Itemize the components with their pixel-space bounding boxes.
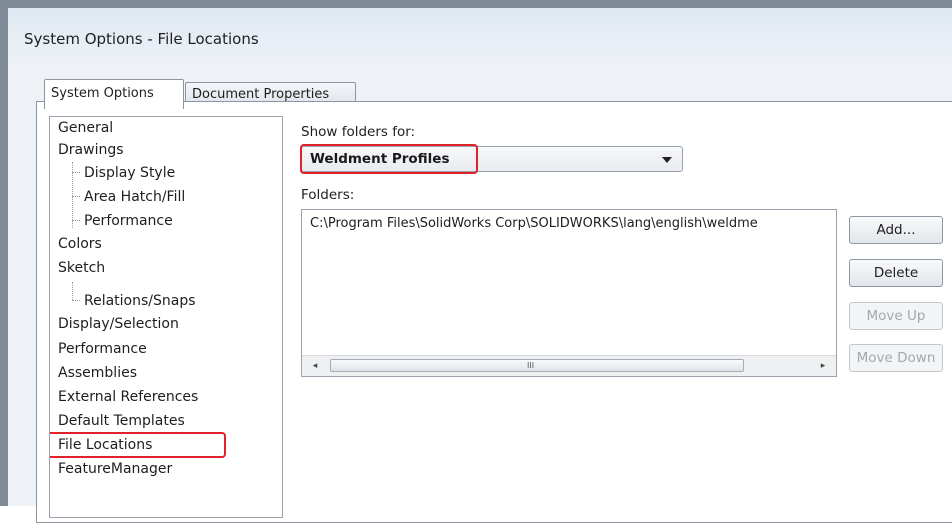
add-button[interactable]: Add... <box>849 216 943 244</box>
tree-connector <box>72 300 80 301</box>
tree-item-external-references[interactable]: External References <box>58 386 198 408</box>
horizontal-scrollbar[interactable]: ◂ III ▸ <box>302 355 836 376</box>
folders-label: Folders: <box>301 187 355 203</box>
tab-system-options[interactable]: System Options <box>44 79 184 109</box>
tree-item-relations-snaps[interactable]: Relations/Snaps <box>84 290 196 312</box>
tree-item-area-hatch-fill[interactable]: Area Hatch/Fill <box>84 186 185 208</box>
show-folders-dropdown[interactable]: Weldment Profiles <box>301 146 683 172</box>
list-item[interactable]: C:\Program Files\SolidWorks Corp\SOLIDWO… <box>310 216 758 231</box>
scroll-right-icon[interactable]: ▸ <box>814 356 832 376</box>
tree-connector <box>72 172 80 173</box>
tree-item-colors[interactable]: Colors <box>58 233 102 255</box>
tree-connector <box>72 282 73 300</box>
tree-item-assemblies[interactable]: Assemblies <box>58 362 137 384</box>
tree-item-file-locations[interactable]: File Locations <box>58 434 152 456</box>
tree-item-sketch[interactable]: Sketch <box>58 257 105 279</box>
tree-item-general[interactable]: General <box>58 117 113 139</box>
window-title: System Options - File Locations <box>24 30 259 48</box>
tree-item-display-selection[interactable]: Display/Selection <box>58 313 179 335</box>
tree-connector <box>72 220 80 221</box>
tree-item-featuremanager[interactable]: FeatureManager <box>58 458 172 480</box>
chevron-down-icon[interactable] <box>662 157 672 163</box>
scroll-thumb[interactable]: III <box>330 359 744 372</box>
tree-item-display-style[interactable]: Display Style <box>84 162 175 184</box>
scroll-left-icon[interactable]: ◂ <box>306 356 324 376</box>
tree-item-default-templates[interactable]: Default Templates <box>58 410 185 432</box>
show-folders-value: Weldment Profiles <box>310 151 450 167</box>
options-panel: General Drawings Display Style Area Hatc… <box>36 101 952 523</box>
move-up-button[interactable]: Move Up <box>849 302 943 330</box>
folders-list[interactable]: C:\Program Files\SolidWorks Corp\SOLIDWO… <box>301 209 837 377</box>
tree-item-drawings-performance[interactable]: Performance <box>84 210 173 232</box>
move-down-button[interactable]: Move Down <box>849 344 943 372</box>
delete-button[interactable]: Delete <box>849 259 943 287</box>
scroll-grip-icon: III <box>527 361 535 370</box>
options-tree[interactable]: General Drawings Display Style Area Hatc… <box>49 116 283 518</box>
tree-item-drawings[interactable]: Drawings <box>58 139 124 161</box>
tree-item-performance[interactable]: Performance <box>58 338 147 360</box>
show-folders-label: Show folders for: <box>301 124 416 140</box>
tree-connector <box>72 196 80 197</box>
